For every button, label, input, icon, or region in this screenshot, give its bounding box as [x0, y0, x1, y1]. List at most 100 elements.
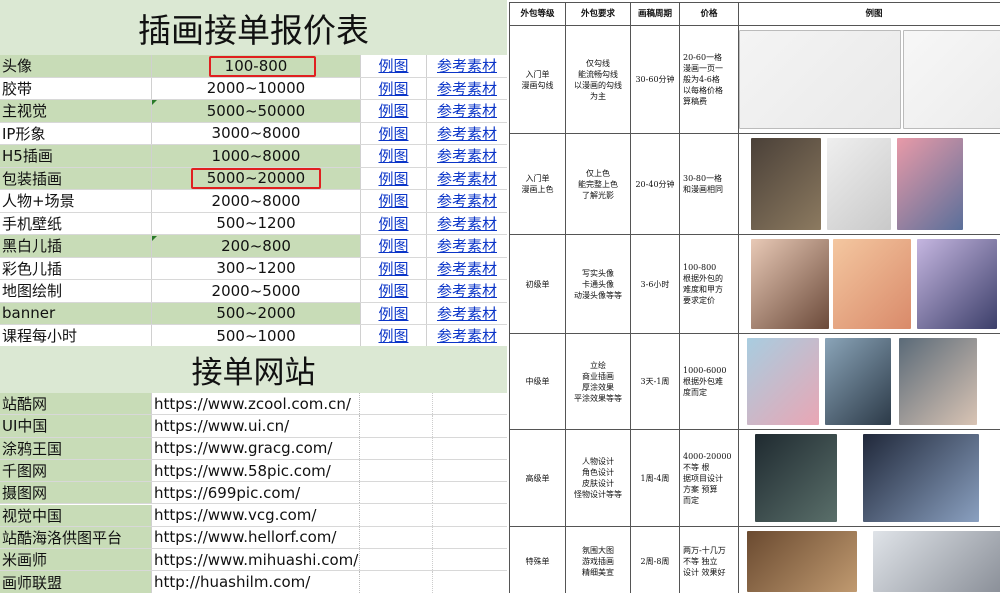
site-name[interactable]: 涂鸦王国 — [0, 437, 152, 459]
site-url[interactable]: https://www.vcg.com/ — [152, 504, 360, 526]
empty-cell[interactable] — [360, 526, 433, 549]
site-row: 站酷网 https://www.zcool.com.cn/ — [0, 393, 507, 416]
site-name[interactable]: 米画师 — [0, 549, 152, 571]
site-url[interactable]: https://www.mihuashi.com/ — [152, 549, 360, 571]
example-cell — [738, 333, 1000, 430]
site-name[interactable]: 视觉中国 — [0, 504, 152, 526]
example-link[interactable]: 例图 — [378, 280, 408, 301]
site-name[interactable]: 画师联盟 — [0, 571, 152, 593]
empty-cell[interactable] — [360, 504, 433, 526]
site-name[interactable]: 千图网 — [0, 459, 152, 482]
example-link[interactable]: 例图 — [378, 145, 408, 166]
item-price[interactable]: 3000~8000 — [152, 122, 361, 144]
item-price[interactable]: 500~1000 — [152, 325, 361, 347]
example-link[interactable]: 例图 — [378, 303, 408, 324]
sites-title: 接单网站 — [0, 346, 507, 393]
example-link[interactable]: 例图 — [378, 213, 408, 234]
reference-link[interactable]: 参考素材 — [437, 168, 497, 189]
manga-lineart-image — [903, 30, 1000, 129]
empty-cell[interactable] — [433, 438, 507, 459]
site-url[interactable]: https://www.gracg.com/ — [152, 437, 360, 459]
item-name[interactable]: 胶带 — [0, 77, 152, 99]
site-url[interactable]: https://699pic.com/ — [152, 482, 360, 504]
site-name[interactable]: 摄图网 — [0, 482, 152, 504]
reference-link[interactable]: 参考素材 — [437, 258, 497, 279]
example-cell — [738, 429, 1000, 527]
item-name[interactable]: 手机壁纸 — [0, 212, 152, 234]
example-link[interactable]: 例图 — [378, 78, 408, 99]
example-link[interactable]: 例图 — [378, 123, 408, 144]
empty-cell[interactable] — [360, 393, 433, 415]
empty-cell[interactable] — [360, 482, 433, 504]
site-row: 涂鸦王国 https://www.gracg.com/ — [0, 437, 507, 460]
empty-cell[interactable] — [433, 505, 507, 526]
price-cell: 4000-20000 不等 根 据项目设计 方案 预算 而定 — [679, 429, 739, 527]
reference-link[interactable]: 参考素材 — [437, 325, 497, 346]
empty-cell[interactable] — [433, 571, 507, 592]
example-link[interactable]: 例图 — [378, 190, 408, 211]
item-price[interactable]: 2000~10000 — [152, 77, 361, 99]
empty-cell[interactable] — [433, 393, 507, 414]
cycle-cell: 30-60分钟 — [630, 25, 680, 134]
example-cell — [738, 25, 1000, 134]
reference-link[interactable]: 参考素材 — [437, 280, 497, 301]
level-cell: 入门单 漫画勾线 — [509, 25, 566, 134]
item-price[interactable]: 2000~5000 — [152, 280, 361, 302]
site-url[interactable]: https://www.zcool.com.cn/ — [152, 393, 360, 415]
site-url[interactable]: http://huashilm.com/ — [152, 571, 360, 593]
item-name[interactable]: 主视觉 — [0, 100, 152, 122]
reference-link[interactable]: 参考素材 — [437, 55, 497, 76]
key-art-image — [747, 531, 857, 592]
empty-cell[interactable] — [360, 437, 433, 459]
example-link[interactable]: 例图 — [378, 325, 408, 346]
reference-link[interactable]: 参考素材 — [437, 100, 497, 121]
item-name[interactable]: 课程每小时 — [0, 325, 152, 347]
table-row: 主视觉 5000~50000 例图 参考素材 — [0, 100, 507, 123]
item-name[interactable]: 包装插画 — [0, 167, 152, 189]
item-price[interactable]: 200~800 — [152, 235, 361, 257]
site-url[interactable]: https://www.hellorf.com/ — [152, 526, 360, 549]
item-price[interactable]: 500~2000 — [152, 302, 361, 324]
requirement-cell: 仅上色 能完整上色 了解光影 — [565, 133, 631, 235]
example-link[interactable]: 例图 — [378, 258, 408, 279]
item-price[interactable]: 1000~8000 — [152, 145, 361, 167]
item-price[interactable]: 5000~50000 — [152, 100, 361, 122]
empty-cell[interactable] — [360, 459, 433, 482]
item-name[interactable]: 人物+场景 — [0, 190, 152, 212]
reference-link[interactable]: 参考素材 — [437, 303, 497, 324]
manga-color-image — [827, 138, 891, 230]
reference-link[interactable]: 参考素材 — [437, 123, 497, 144]
item-name[interactable]: 彩色儿插 — [0, 257, 152, 279]
item-name[interactable]: banner — [0, 302, 152, 324]
empty-cell[interactable] — [433, 549, 507, 570]
empty-cell[interactable] — [360, 549, 433, 571]
site-url[interactable]: https://www.ui.cn/ — [152, 415, 360, 437]
site-name[interactable]: 站酷网 — [0, 393, 152, 415]
empty-cell[interactable] — [433, 482, 507, 503]
reference-link[interactable]: 参考素材 — [437, 78, 497, 99]
example-link[interactable]: 例图 — [378, 168, 408, 189]
reference-link[interactable]: 参考素材 — [437, 213, 497, 234]
item-price[interactable]: 2000~8000 — [152, 190, 361, 212]
item-price[interactable]: 500~1200 — [152, 212, 361, 234]
item-name[interactable]: H5插画 — [0, 145, 152, 167]
empty-cell[interactable] — [360, 571, 433, 593]
item-name[interactable]: 地图绘制 — [0, 280, 152, 302]
example-link[interactable]: 例图 — [378, 100, 408, 121]
empty-cell[interactable] — [433, 415, 507, 436]
item-name[interactable]: 黑白儿插 — [0, 235, 152, 257]
site-name[interactable]: 站酷海洛供图平台 — [0, 526, 152, 549]
empty-cell[interactable] — [433, 527, 507, 548]
reference-link[interactable]: 参考素材 — [437, 190, 497, 211]
reference-link[interactable]: 参考素材 — [437, 235, 497, 256]
site-url[interactable]: https://www.58pic.com/ — [152, 459, 360, 482]
empty-cell[interactable] — [360, 415, 433, 437]
item-price[interactable]: 300~1200 — [152, 257, 361, 279]
example-link[interactable]: 例图 — [378, 55, 408, 76]
item-name[interactable]: 头像 — [0, 55, 152, 77]
example-link[interactable]: 例图 — [378, 235, 408, 256]
site-name[interactable]: UI中国 — [0, 415, 152, 437]
reference-link[interactable]: 参考素材 — [437, 145, 497, 166]
empty-cell[interactable] — [433, 460, 507, 481]
item-name[interactable]: IP形象 — [0, 122, 152, 144]
